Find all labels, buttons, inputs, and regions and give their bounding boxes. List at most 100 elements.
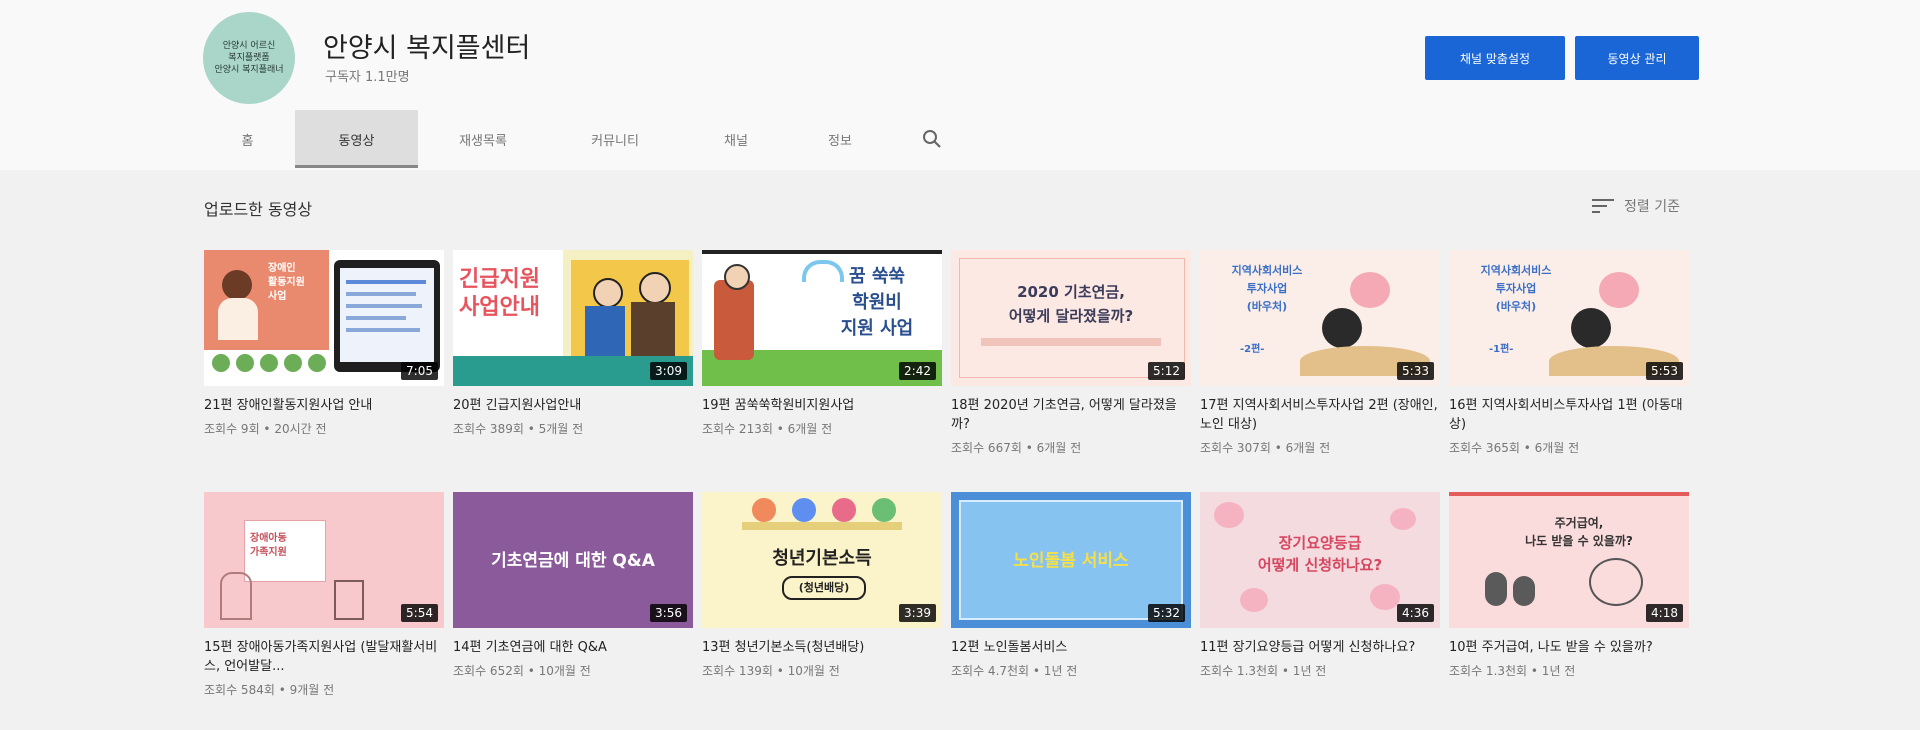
thumb-text: 장기요양등급: [1278, 534, 1362, 552]
video-meta: 조회수 4.7천회 • 1년 전: [951, 664, 1078, 678]
video-duration: 5:12: [1148, 362, 1185, 380]
video-title[interactable]: 12편 노인돌봄서비스: [951, 638, 1191, 657]
search-icon: [923, 130, 941, 148]
video-card[interactable]: 기초연금에 대한 Q&A 3:56 14편 기초연금에 대한 Q&A 조회수 6…: [453, 492, 693, 722]
video-title[interactable]: 14편 기초연금에 대한 Q&A: [453, 638, 693, 657]
video-card[interactable]: 노인돌봄 서비스 5:32 12편 노인돌봄서비스 조회수 4.7천회 • 1년…: [951, 492, 1191, 722]
channel-tabs: 홈 동영상 재생목록 커뮤니티 채널 정보: [200, 110, 952, 168]
video-thumbnail[interactable]: 기초연금에 대한 Q&A 3:56: [453, 492, 693, 628]
video-thumbnail[interactable]: 지역사회서비스 투자사업 (바우처) -2편- 5:33: [1200, 250, 1440, 386]
customize-channel-button[interactable]: 채널 맞춤설정: [1425, 36, 1565, 80]
thumb-text: 장애아동: [250, 533, 287, 544]
video-meta: 조회수 1.3천회 • 1년 전: [1200, 664, 1327, 678]
video-title[interactable]: 11편 장기요양등급 어떻게 신청하나요?: [1200, 638, 1440, 657]
thumb-text: (청년배당): [782, 576, 866, 600]
video-meta: 조회수 389회 • 5개월 전: [453, 422, 584, 436]
channel-avatar[interactable]: 안양시 어르신 복지플랫폼 안양시 복지플래너: [203, 12, 295, 104]
video-card[interactable]: 청년기본소득 (청년배당) 3:39 13편 청년기본소득(청년배당) 조회수 …: [702, 492, 942, 722]
thumb-text: 긴급지원: [459, 267, 540, 292]
video-duration: 4:18: [1646, 604, 1683, 622]
video-card[interactable]: 주거급여, 나도 받을 수 있을까? 4:18 10편 주거급여, 나도 받을 …: [1449, 492, 1689, 722]
video-thumbnail[interactable]: 장기요양등급 어떻게 신청하나요? 4:36: [1200, 492, 1440, 628]
video-title[interactable]: 10편 주거급여, 나도 받을 수 있을까?: [1449, 638, 1689, 657]
tab-home[interactable]: 홈: [200, 110, 295, 168]
video-title[interactable]: 21편 장애인활동지원사업 안내: [204, 396, 444, 415]
sort-by-button[interactable]: 정렬 기준: [1592, 196, 1680, 216]
video-card[interactable]: 지역사회서비스 투자사업 (바우처) -1편- 5:53 16편 지역사회서비스…: [1449, 250, 1689, 480]
thumb-text: 청년기본소득: [772, 548, 872, 569]
avatar-text-2: 복지플랫폼: [228, 53, 270, 63]
video-thumbnail[interactable]: 꿈 쑥쑥 학원비 지원 사업 2:42: [702, 250, 942, 386]
video-thumbnail[interactable]: 긴급지원 사업안내 3:09: [453, 250, 693, 386]
video-card[interactable]: 장애인 활동지원 사업 7:05 21편 장애인활동지원사업 안내 조회수 9회…: [204, 250, 444, 480]
video-meta: 조회수 213회 • 6개월 전: [702, 422, 833, 436]
video-thumbnail[interactable]: 2020 기초연금, 어떻게 달라졌을까? 5:12: [951, 250, 1191, 386]
channel-header: 안양시 어르신 복지플랫폼 안양시 복지플래너 안양시 복지플센터 구독자 1.…: [0, 0, 1920, 170]
video-thumbnail[interactable]: 장애인 활동지원 사업 7:05: [204, 250, 444, 386]
thumb-text: 꿈 쑥쑥: [849, 266, 905, 287]
video-duration: 3:09: [650, 362, 687, 380]
thumb-text: 2020 기초연금,: [1017, 283, 1125, 301]
channel-search-button[interactable]: [912, 110, 952, 168]
video-title[interactable]: 15편 장애아동가족지원사업 (발달재활서비스, 언어발달...: [204, 638, 444, 676]
thumb-text: 기초연금에 대한 Q&A: [491, 551, 655, 571]
video-thumbnail[interactable]: 지역사회서비스 투자사업 (바우처) -1편- 5:53: [1449, 250, 1689, 386]
video-thumbnail[interactable]: 주거급여, 나도 받을 수 있을까? 4:18: [1449, 492, 1689, 628]
video-title[interactable]: 18편 2020년 기초연금, 어떻게 달라졌을까?: [951, 396, 1191, 434]
thumb-text: 학원비: [852, 292, 902, 313]
video-grid-row-1: 장애인 활동지원 사업 7:05 21편 장애인활동지원사업 안내 조회수 9회…: [204, 250, 1689, 480]
video-card[interactable]: 2020 기초연금, 어떻게 달라졌을까? 5:12 18편 2020년 기초연…: [951, 250, 1191, 480]
thumb-text: 노인돌봄 서비스: [1013, 551, 1129, 571]
uploads-section-title: 업로드한 동영상: [204, 200, 313, 219]
tab-channels[interactable]: 채널: [682, 110, 790, 168]
video-thumbnail[interactable]: 청년기본소득 (청년배당) 3:39: [702, 492, 942, 628]
video-duration: 3:39: [899, 604, 936, 622]
thumb-text: 주거급여,: [1554, 516, 1604, 530]
video-duration: 3:56: [650, 604, 687, 622]
thumb-text: 장애인: [268, 263, 296, 274]
tab-videos[interactable]: 동영상: [295, 110, 418, 168]
manage-videos-button[interactable]: 동영상 관리: [1575, 36, 1699, 80]
thumb-text: -2편-: [1240, 344, 1265, 355]
channel-name: 안양시 복지플센터: [323, 33, 531, 64]
video-card[interactable]: 장애아동 가족지원 5:54 15편 장애아동가족지원사업 (발달재활서비스, …: [204, 492, 444, 722]
sort-label: 정렬 기준: [1624, 199, 1680, 215]
thumb-text: 나도 받을 수 있을까?: [1525, 534, 1633, 548]
tab-community[interactable]: 커뮤니티: [548, 110, 682, 168]
video-card[interactable]: 지역사회서비스 투자사업 (바우처) -2편- 5:33 17편 지역사회서비스…: [1200, 250, 1440, 480]
thumb-text: (바우처): [1246, 300, 1288, 313]
video-title[interactable]: 13편 청년기본소득(청년배당): [702, 638, 942, 657]
thumb-text: 어떻게 신청하나요?: [1257, 556, 1383, 574]
video-thumbnail[interactable]: 노인돌봄 서비스 5:32: [951, 492, 1191, 628]
video-meta: 조회수 365회 • 6개월 전: [1449, 441, 1580, 455]
tab-about[interactable]: 정보: [790, 110, 890, 168]
thumb-text: 투자사업: [1246, 282, 1288, 295]
sort-icon: [1592, 199, 1614, 213]
video-title[interactable]: 20편 긴급지원사업안내: [453, 396, 693, 415]
video-duration: 2:42: [899, 362, 936, 380]
thumb-text: (바우처): [1495, 300, 1537, 313]
video-title[interactable]: 17편 지역사회서비스투자사업 2편 (장애인, 노인 대상): [1200, 396, 1440, 434]
thumb-text: 어떻게 달라졌을까?: [1008, 307, 1134, 325]
video-meta: 조회수 139회 • 10개월 전: [702, 664, 840, 678]
thumb-text: 사업안내: [459, 295, 540, 320]
video-meta: 조회수 584회 • 9개월 전: [204, 683, 335, 697]
video-title[interactable]: 16편 지역사회서비스투자사업 1편 (아동대상): [1449, 396, 1689, 434]
video-thumbnail[interactable]: 장애아동 가족지원 5:54: [204, 492, 444, 628]
subscriber-count: 구독자 1.1만명: [325, 70, 410, 85]
video-title[interactable]: 19편 꿈쑥쑥학원비지원사업: [702, 396, 942, 415]
video-duration: 7:05: [401, 362, 438, 380]
video-duration: 5:54: [401, 604, 438, 622]
thumb-text: 지원 사업: [840, 318, 914, 339]
thumb-text: 가족지원: [250, 547, 287, 558]
video-duration: 5:32: [1148, 604, 1185, 622]
thumb-text: 투자사업: [1495, 282, 1537, 295]
video-card[interactable]: 긴급지원 사업안내 3:09 20편 긴급지원사업안내 조회수 389회 • 5…: [453, 250, 693, 480]
avatar-text-1: 안양시 어르신: [222, 41, 276, 51]
video-meta: 조회수 9회 • 20시간 전: [204, 422, 327, 436]
thumb-text: 사업: [268, 291, 287, 302]
video-card[interactable]: 꿈 쑥쑥 학원비 지원 사업 2:42 19편 꿈쑥쑥학원비지원사업 조회수 2…: [702, 250, 942, 480]
video-duration: 5:53: [1646, 362, 1683, 380]
video-card[interactable]: 장기요양등급 어떻게 신청하나요? 4:36 11편 장기요양등급 어떻게 신청…: [1200, 492, 1440, 722]
tab-playlists[interactable]: 재생목록: [418, 110, 548, 168]
